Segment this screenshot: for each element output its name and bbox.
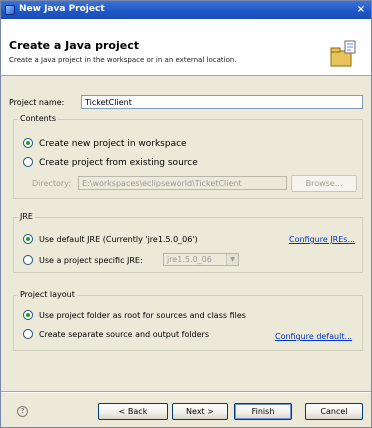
radio-create-new-label: Create new project in workspace [39, 139, 187, 149]
radio-create-new-project[interactable] [23, 138, 33, 148]
radio-project-folder-root-label: Use project folder as root for sources a… [39, 311, 246, 320]
radio-default-jre[interactable] [23, 234, 33, 244]
page-title: Create a Java project [9, 39, 139, 52]
next-button[interactable]: Next > [172, 403, 228, 420]
directory-label: Directory: [32, 179, 71, 188]
browse-button[interactable]: Browse... [291, 175, 357, 192]
page-description: Create a Java project in the workspace o… [9, 56, 237, 64]
jre-select[interactable]: jre1.5.0_06 ▼ [163, 253, 239, 266]
radio-specific-jre[interactable] [23, 255, 33, 265]
project-layout-group-title: Project layout [18, 290, 77, 299]
chevron-down-icon: ▼ [226, 254, 238, 265]
radio-default-jre-label: Use default JRE (Currently 'jre1.5.0_06'… [39, 235, 198, 244]
wizard-banner: Create a Java project Create a Java proj… [1, 19, 371, 76]
finish-button[interactable]: Finish [234, 403, 292, 420]
close-icon[interactable]: × [354, 3, 368, 17]
window-title: New Java Project [19, 4, 105, 14]
directory-input[interactable]: E:\workspaces\eclipseworld\TicketClient [78, 176, 287, 190]
radio-existing-source[interactable] [23, 157, 33, 167]
cancel-button[interactable]: Cancel [305, 403, 363, 420]
configure-jres-link[interactable]: Configure JREs... [289, 235, 355, 244]
project-layout-group [13, 295, 363, 351]
radio-project-folder-root[interactable] [23, 310, 33, 320]
radio-separate-folders-label: Create separate source and output folder… [39, 330, 210, 339]
jre-select-value: jre1.5.0_06 [167, 255, 212, 264]
project-name-input[interactable]: TicketClient [81, 95, 363, 109]
radio-existing-source-label: Create project from existing source [39, 158, 198, 168]
radio-specific-jre-label: Use a project specific JRE: [39, 256, 143, 265]
title-bar[interactable]: New Java Project × [1, 1, 371, 19]
contents-group-title: Contents [18, 114, 58, 123]
new-java-project-dialog: New Java Project × Create a Java project… [0, 0, 372, 428]
eclipse-window-icon [5, 5, 15, 15]
configure-default-link[interactable]: Configure default... [275, 332, 352, 341]
project-name-label: Project name: [9, 98, 65, 107]
help-icon[interactable]: ? [17, 406, 28, 417]
back-button[interactable]: < Back [98, 403, 168, 420]
jre-group-title: JRE [18, 212, 35, 221]
java-project-wizard-icon [330, 40, 356, 67]
footer-separator [1, 391, 371, 393]
radio-separate-folders[interactable] [23, 329, 33, 339]
